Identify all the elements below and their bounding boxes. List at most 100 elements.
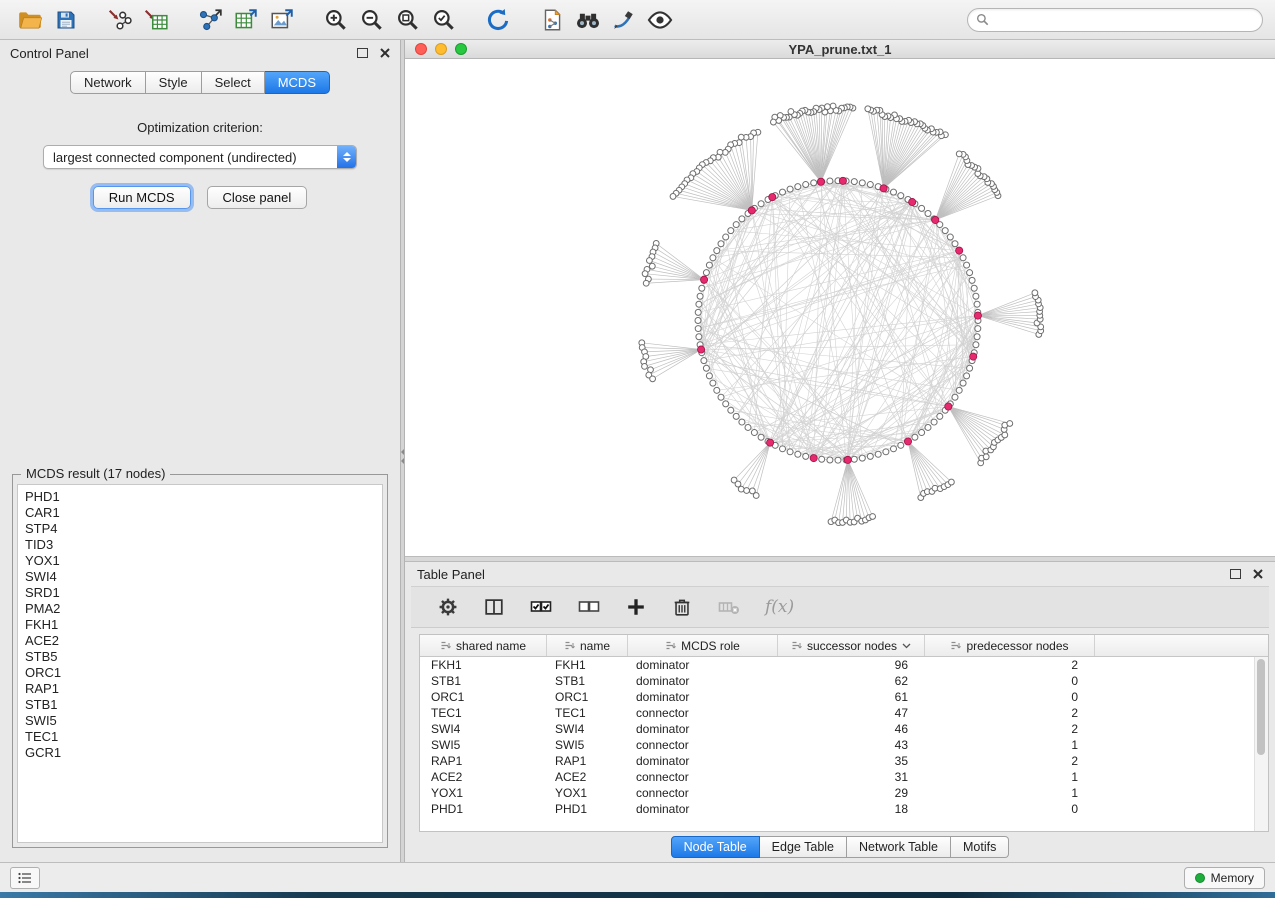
checked-boxes-icon <box>529 595 553 619</box>
header-mcds-role[interactable]: MCDS role <box>628 635 778 656</box>
mcds-result-item[interactable]: STB5 <box>25 649 382 665</box>
table-row[interactable]: ORC1 ORC1 dominator 61 0 <box>420 689 1268 705</box>
table-scrollbar[interactable] <box>1254 657 1268 831</box>
import-network-button[interactable] <box>102 4 138 36</box>
select-all-columns-button[interactable] <box>529 595 553 619</box>
mcds-result-item[interactable]: TID3 <box>25 537 382 553</box>
import-table-button[interactable] <box>138 4 174 36</box>
memory-button[interactable]: Memory <box>1184 867 1265 889</box>
mcds-result-item[interactable]: FKH1 <box>25 617 382 633</box>
table-row[interactable]: SWI5 SWI5 connector 43 1 <box>420 737 1268 753</box>
export-table-button[interactable] <box>228 4 264 36</box>
tab-motifs[interactable]: Motifs <box>951 836 1009 858</box>
mcds-result-item[interactable]: SWI4 <box>25 569 382 585</box>
table-row[interactable]: SWI4 SWI4 dominator 46 2 <box>420 721 1268 737</box>
window-minimize-icon[interactable] <box>435 43 447 55</box>
search-field[interactable] <box>967 8 1263 32</box>
header-shared-name[interactable]: shared name <box>420 635 547 656</box>
open-session-button[interactable] <box>12 4 48 36</box>
mcds-result-list: PHD1 CAR1 STP4 TID3 YOX1 SWI4 SRD1 PMA2 … <box>17 484 383 843</box>
unchecked-boxes-icon <box>577 595 601 619</box>
sort-icon <box>564 640 575 651</box>
float-panel-button[interactable] <box>357 48 368 58</box>
mcds-result-item[interactable]: TEC1 <box>25 729 382 745</box>
mcds-result-item[interactable]: CAR1 <box>25 505 382 521</box>
show-hide-button[interactable] <box>642 4 678 36</box>
chevron-down-icon <box>902 643 911 649</box>
control-panel-tabs: Network Style Select MCDS <box>0 71 400 94</box>
table-row[interactable]: RAP1 RAP1 dominator 35 2 <box>420 753 1268 769</box>
find-button[interactable] <box>570 4 606 36</box>
table-row[interactable]: STB1 STB1 dominator 62 0 <box>420 673 1268 689</box>
mcds-result-item[interactable]: YOX1 <box>25 553 382 569</box>
task-history-button[interactable] <box>10 867 40 889</box>
header-name[interactable]: name <box>547 635 628 656</box>
tab-network[interactable]: Network <box>70 71 146 94</box>
vertical-splitter[interactable] <box>400 40 405 862</box>
scrollbar-thumb[interactable] <box>1257 659 1265 755</box>
apply-style-button[interactable] <box>606 4 642 36</box>
header-successor-nodes[interactable]: successor nodes <box>778 635 925 656</box>
close-panel-icon[interactable] <box>380 48 390 58</box>
tab-edge-table[interactable]: Edge Table <box>760 836 847 858</box>
mcds-result-item[interactable]: ORC1 <box>25 665 382 681</box>
export-image-button[interactable] <box>264 4 300 36</box>
sort-icon <box>665 640 676 651</box>
zoom-in-icon <box>323 7 349 33</box>
table-row[interactable]: ACE2 ACE2 connector 31 1 <box>420 769 1268 785</box>
window-close-icon[interactable] <box>415 43 427 55</box>
table-row[interactable]: TEC1 TEC1 connector 47 2 <box>420 705 1268 721</box>
list-icon <box>18 872 32 884</box>
table-settings-button[interactable] <box>437 596 459 618</box>
splitter-handle-icon[interactable] <box>401 445 404 467</box>
export-network-button[interactable] <box>192 4 228 36</box>
zoom-fit-icon <box>395 7 421 33</box>
mcds-result-item[interactable]: STB1 <box>25 697 382 713</box>
zoom-fit-button[interactable] <box>390 4 426 36</box>
mcds-result-item[interactable]: SRD1 <box>25 585 382 601</box>
network-window-titlebar: YPA_prune.txt_1 <box>405 40 1275 59</box>
mcds-result-item[interactable]: RAP1 <box>25 681 382 697</box>
mcds-result-item[interactable]: STP4 <box>25 521 382 537</box>
mcds-result-item[interactable]: PHD1 <box>25 489 382 505</box>
save-floppy-icon <box>54 8 78 32</box>
mcds-result-item[interactable]: GCR1 <box>25 745 382 761</box>
tab-mcds[interactable]: MCDS <box>265 71 330 94</box>
mcds-result-item[interactable]: PMA2 <box>25 601 382 617</box>
refresh-view-button[interactable] <box>480 4 516 36</box>
clone-network-button[interactable] <box>534 4 570 36</box>
zoom-out-button[interactable] <box>354 4 390 36</box>
table-toolbar: f(x) <box>411 586 1269 628</box>
criterion-dropdown-value: largest connected component (undirected) <box>44 150 337 165</box>
table-row[interactable]: YOX1 YOX1 connector 29 1 <box>420 785 1268 801</box>
tab-node-table[interactable]: Node Table <box>671 836 760 858</box>
deselect-all-columns-button[interactable] <box>577 595 601 619</box>
tab-network-table[interactable]: Network Table <box>847 836 951 858</box>
header-predecessor-nodes[interactable]: predecessor nodes <box>925 635 1095 656</box>
memory-label: Memory <box>1211 871 1254 885</box>
close-panel-button[interactable]: Close panel <box>207 186 308 209</box>
mcds-result-item[interactable]: SWI5 <box>25 713 382 729</box>
zoom-out-icon <box>359 7 385 33</box>
network-canvas[interactable] <box>405 59 1275 556</box>
delete-column-button[interactable] <box>671 596 693 618</box>
table-row[interactable]: FKH1 FKH1 dominator 96 2 <box>420 657 1268 673</box>
zoom-selected-button[interactable] <box>426 4 462 36</box>
window-maximize-icon[interactable] <box>455 43 467 55</box>
run-mcds-button[interactable]: Run MCDS <box>93 186 191 209</box>
criterion-dropdown[interactable]: largest connected component (undirected) <box>43 145 357 169</box>
tab-style[interactable]: Style <box>146 71 202 94</box>
close-table-panel-icon[interactable] <box>1253 569 1263 579</box>
tab-select[interactable]: Select <box>202 71 265 94</box>
table-row[interactable]: PHD1 PHD1 dominator 18 0 <box>420 801 1268 817</box>
desktop-wallpaper-strip <box>0 892 1275 898</box>
zoom-in-button[interactable] <box>318 4 354 36</box>
show-columns-button[interactable] <box>483 596 505 618</box>
status-bar: Memory <box>0 862 1275 892</box>
mcds-result-item[interactable]: ACE2 <box>25 633 382 649</box>
columns-icon <box>483 596 505 618</box>
save-session-button[interactable] <box>48 4 84 36</box>
create-column-button[interactable] <box>625 596 647 618</box>
float-table-panel-button[interactable] <box>1230 569 1241 579</box>
search-input[interactable] <box>994 12 1254 28</box>
